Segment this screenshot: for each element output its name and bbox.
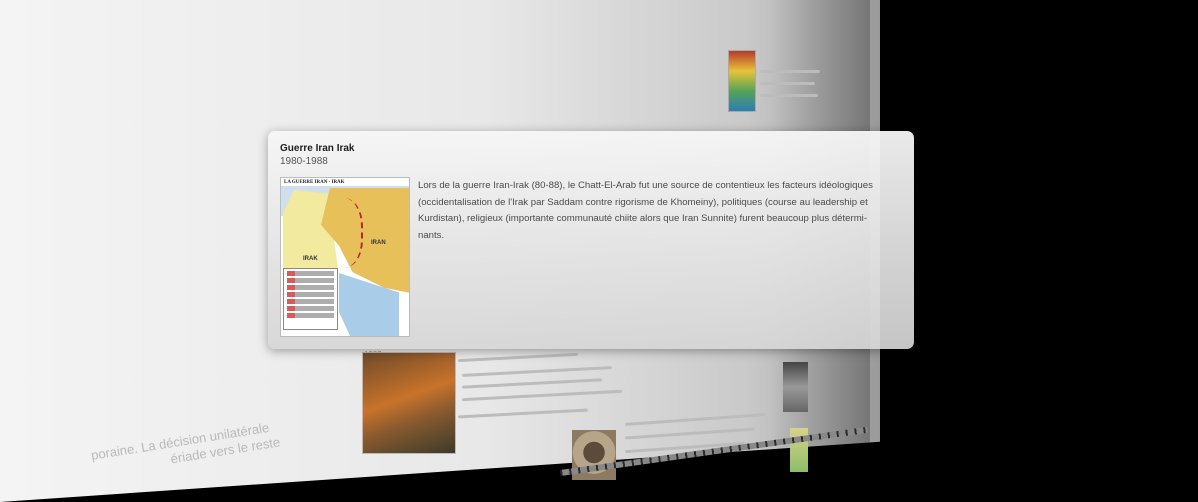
map-caption: LA GUERRE IRAN - IRAK: [284, 180, 345, 185]
background-text-placeholder: [760, 94, 818, 97]
event-map-image[interactable]: LA GUERRE IRAN - IRAK IRAN IRAK: [280, 177, 410, 337]
map-front-line: [316, 198, 363, 268]
background-card-photo[interactable]: [783, 362, 808, 412]
map-label-iran: IRAN: [371, 240, 386, 246]
background-card-map[interactable]: [362, 352, 456, 454]
event-date: 1980-1988: [280, 156, 328, 167]
event-popover[interactable]: Guerre Iran Irak 1980-1988 LA GUERRE IRA…: [268, 131, 914, 349]
background-text-placeholder: [760, 70, 820, 73]
background-text-placeholder: [760, 82, 815, 85]
map-legend: [283, 268, 338, 330]
event-title: Guerre Iran Irak: [280, 143, 355, 154]
map-label-iraq: IRAK: [303, 256, 318, 262]
event-description: Lors de la guerre Iran-Irak (80-88), le …: [418, 180, 873, 241]
background-card-thumbnail[interactable]: [728, 50, 756, 112]
